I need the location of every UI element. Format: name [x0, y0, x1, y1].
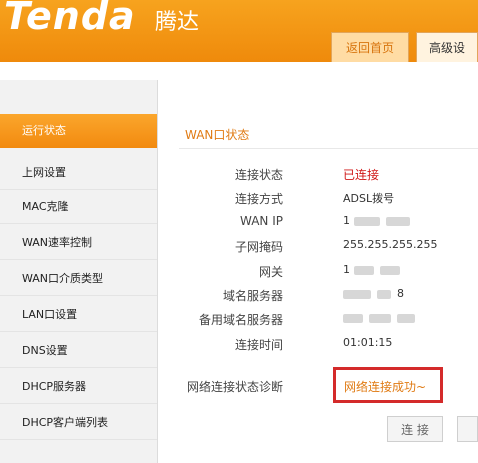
redacted-block [353, 265, 374, 275]
value-connection-status: 已连接 [343, 168, 380, 182]
sidebar-item-internet-setup[interactable]: 上网设置 [0, 156, 157, 190]
sidebar-spacer [0, 62, 158, 80]
label-connection-time: 连接时间 [234, 338, 283, 352]
tab-advanced[interactable]: 高级设 [416, 32, 478, 62]
redacted-block [379, 265, 400, 275]
diagnosis-highlight-box: 网络连接成功~ [333, 367, 443, 403]
brand-logo-cn: 腾达 [155, 10, 200, 35]
next-section-title-cropped [185, 452, 245, 463]
sidebar-item-dhcp-clients[interactable]: DHCP客户端列表 [0, 406, 157, 440]
label-backup-dns: 备用域名服务器 [198, 313, 283, 327]
sidebar: 运行状态 上网设置 MAC克隆 WAN速率控制 WAN口介质类型 LAN口设置 … [0, 80, 158, 463]
value-subnet-mask: 255.255.255.255 [343, 238, 438, 251]
label-gateway: 网关 [258, 265, 283, 279]
connect-button[interactable]: 连 接 [387, 416, 443, 442]
next-section-fragment [185, 454, 245, 463]
label-dns: 域名服务器 [222, 289, 283, 303]
sidebar-item-lan[interactable]: LAN口设置 [0, 298, 157, 332]
disconnect-button[interactable] [457, 416, 478, 442]
redacted-block [343, 289, 371, 299]
value-gateway-text: 1 [343, 263, 350, 276]
label-connection-type: 连接方式 [234, 192, 283, 206]
label-subnet-mask: 子网掩码 [234, 240, 283, 254]
top-header: Tenda 腾达 返回首页 高级设 [0, 0, 478, 62]
value-backup-dns [343, 311, 421, 324]
section-divider [179, 148, 478, 149]
tab-home[interactable]: 返回首页 [331, 32, 409, 62]
value-wan-ip-text: 1 [343, 214, 350, 227]
value-gateway: 1 [343, 263, 406, 276]
sidebar-item-dns[interactable]: DNS设置 [0, 334, 157, 368]
value-connection-time: 01:01:15 [343, 336, 393, 349]
redacted-block [353, 216, 380, 226]
value-connection-type: ADSL拨号 [343, 192, 395, 205]
value-dns-text: 8 [397, 287, 404, 300]
section-title: WAN口状态 [185, 128, 250, 142]
label-network-diagnosis: 网络连接状态诊断 [186, 380, 283, 394]
sidebar-item-wan-rate[interactable]: WAN速率控制 [0, 226, 157, 260]
label-wan-ip: WAN IP [240, 214, 283, 228]
redacted-block [385, 216, 410, 226]
value-wan-ip: 1 [343, 214, 416, 227]
value-dns: 8 [343, 287, 404, 300]
sidebar-item-dhcp-server[interactable]: DHCP服务器 [0, 370, 157, 404]
brand-logo: Tenda [4, 0, 136, 38]
redacted-block [377, 289, 391, 299]
sidebar-item-mac-clone[interactable]: MAC克隆 [0, 190, 157, 224]
label-connection-status: 连接状态 [234, 168, 283, 182]
value-network-diagnosis: 网络连接成功~ [344, 380, 427, 394]
main-panel: WAN口状态 连接状态 已连接 连接方式 ADSL拨号 WAN IP 1 子网掩… [165, 80, 478, 463]
sidebar-item-status[interactable]: 运行状态 [0, 114, 157, 148]
sidebar-item-wan-medium[interactable]: WAN口介质类型 [0, 262, 157, 296]
redacted-block [397, 313, 415, 323]
redacted-block [369, 313, 391, 323]
redacted-block [343, 313, 363, 323]
